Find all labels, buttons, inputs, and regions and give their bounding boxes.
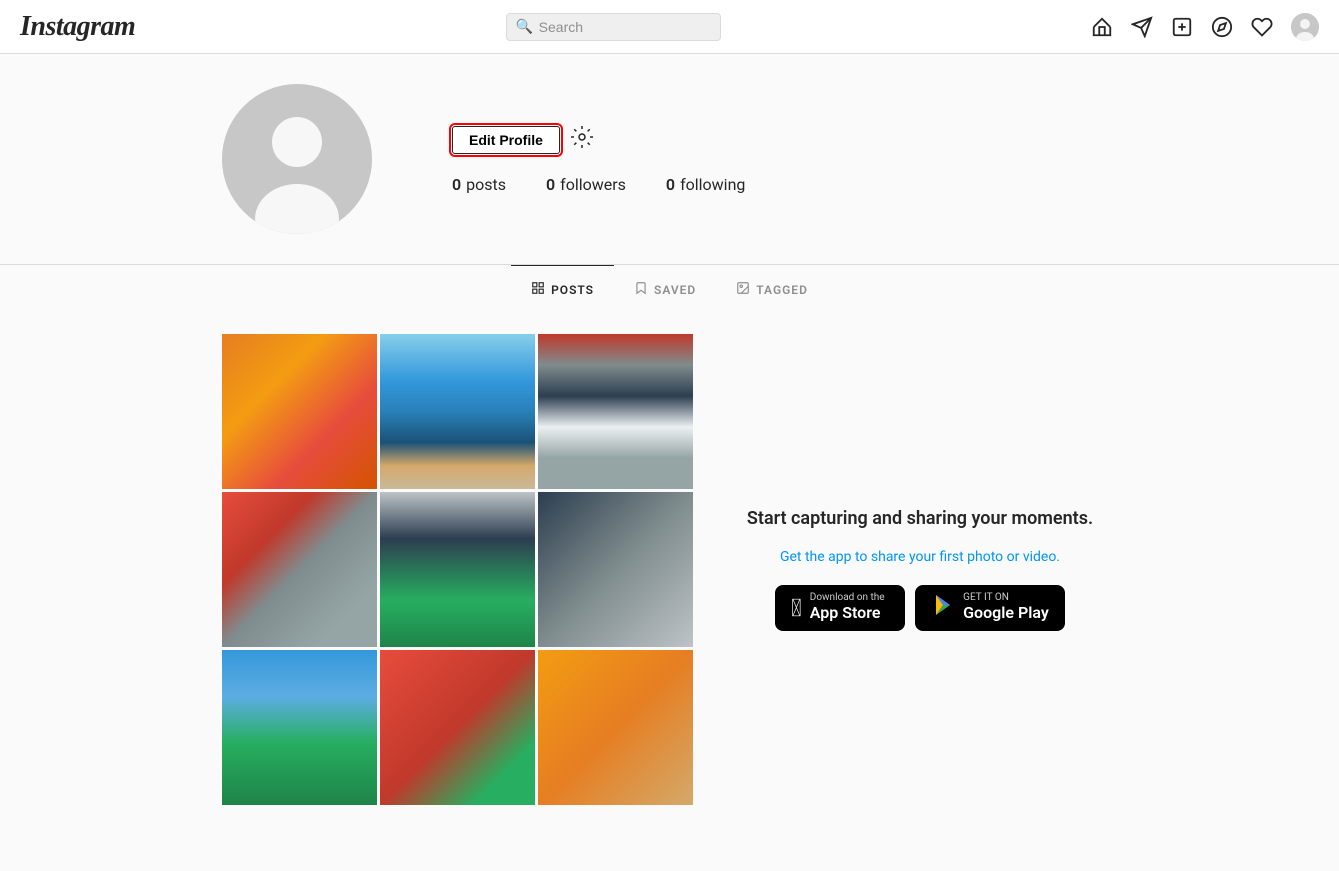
tab-saved[interactable]: SAVED bbox=[614, 265, 716, 314]
grid-photo-9[interactable] bbox=[538, 650, 693, 805]
profile-actions: Edit Profile bbox=[452, 125, 1117, 155]
add-icon[interactable] bbox=[1171, 16, 1193, 38]
search-container: 🔍 bbox=[506, 13, 721, 41]
app-buttons:  Download on the App Store GE bbox=[775, 585, 1065, 632]
grid-photo-6[interactable] bbox=[538, 492, 693, 647]
grid-photo-3[interactable] bbox=[538, 334, 693, 489]
edit-profile-button[interactable]: Edit Profile bbox=[452, 126, 560, 154]
grid-photo-1[interactable] bbox=[222, 334, 377, 489]
profile-container: Edit Profile 0 posts 0 followers bbox=[202, 54, 1137, 264]
grid-photo-5[interactable] bbox=[380, 492, 535, 647]
followers-count: 0 bbox=[546, 175, 555, 194]
tab-posts-label: POSTS bbox=[551, 283, 594, 297]
google-play-label-large: Google Play bbox=[963, 603, 1049, 624]
grid-photo-8[interactable] bbox=[380, 650, 535, 805]
cta-subtitle: Get the app to share your first photo or… bbox=[780, 549, 1060, 565]
app-store-button[interactable]:  Download on the App Store bbox=[775, 585, 905, 632]
tab-tagged-label: TAGGED bbox=[756, 283, 808, 297]
google-play-icon bbox=[931, 593, 955, 623]
home-icon[interactable] bbox=[1091, 16, 1113, 38]
profile-avatar-wrapper bbox=[222, 84, 372, 234]
search-icon: 🔍 bbox=[516, 19, 533, 35]
posts-count: 0 bbox=[452, 175, 461, 194]
following-count: 0 bbox=[666, 175, 675, 194]
right-panel: Start capturing and sharing your moments… bbox=[723, 334, 1117, 805]
grid-icon bbox=[531, 281, 545, 299]
profile-header: Edit Profile 0 posts 0 followers bbox=[222, 84, 1117, 264]
header: Instagram 🔍 bbox=[0, 0, 1339, 54]
tab-posts[interactable]: POSTS bbox=[511, 265, 614, 314]
apple-icon:  bbox=[791, 594, 802, 622]
app-store-label-small: Download on the bbox=[810, 593, 885, 603]
bookmark-icon bbox=[634, 281, 648, 299]
tabs: POSTS SAVED TAGGED bbox=[222, 265, 1117, 314]
grid-photo-2[interactable] bbox=[380, 334, 535, 489]
avatar[interactable] bbox=[1291, 13, 1319, 41]
grid-photo-7[interactable] bbox=[222, 650, 377, 805]
settings-icon[interactable] bbox=[570, 125, 594, 155]
following-stat[interactable]: 0 following bbox=[666, 175, 745, 194]
app-store-label-large: App Store bbox=[810, 603, 885, 624]
cta-title: Start capturing and sharing your moments… bbox=[747, 508, 1093, 529]
explore-icon[interactable] bbox=[1211, 16, 1233, 38]
tab-saved-label: SAVED bbox=[654, 283, 696, 297]
instagram-logo[interactable]: Instagram bbox=[20, 11, 135, 43]
profile-avatar bbox=[222, 84, 372, 234]
profile-info: Edit Profile 0 posts 0 followers bbox=[452, 125, 1117, 194]
header-nav bbox=[1091, 13, 1319, 41]
content-area: Start capturing and sharing your moments… bbox=[202, 314, 1137, 825]
google-play-label-small: GET IT ON bbox=[963, 593, 1049, 603]
following-label: following bbox=[680, 175, 745, 194]
heart-icon[interactable] bbox=[1251, 16, 1273, 38]
search-input[interactable] bbox=[506, 13, 721, 41]
tag-icon bbox=[736, 281, 750, 299]
followers-stat[interactable]: 0 followers bbox=[546, 175, 626, 194]
followers-label: followers bbox=[560, 175, 626, 194]
tab-tagged[interactable]: TAGGED bbox=[716, 265, 828, 314]
send-icon[interactable] bbox=[1131, 16, 1153, 38]
google-play-button[interactable]: GET IT ON Google Play bbox=[915, 585, 1065, 632]
photo-grid bbox=[222, 334, 693, 805]
posts-stat: 0 posts bbox=[452, 175, 506, 194]
tabs-section: POSTS SAVED TAGGED bbox=[202, 265, 1137, 314]
posts-label: posts bbox=[466, 175, 506, 194]
grid-photo-4[interactable] bbox=[222, 492, 377, 647]
profile-stats: 0 posts 0 followers 0 following bbox=[452, 175, 1117, 194]
